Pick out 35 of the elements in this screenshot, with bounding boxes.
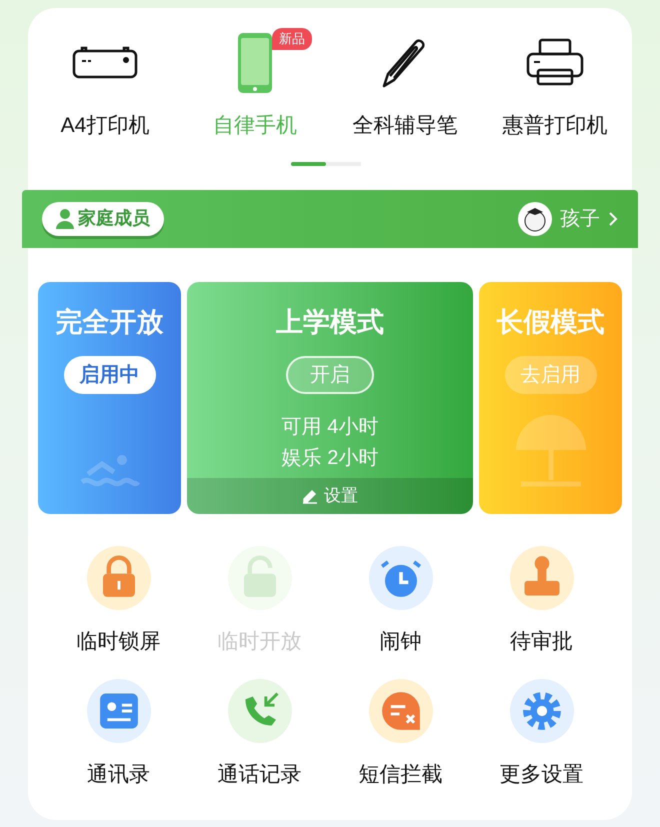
device-icon	[72, 46, 138, 80]
new-badge: 新品	[272, 28, 312, 50]
tool-item[interactable]: 更多设置	[471, 679, 612, 790]
tool-item[interactable]: 临时锁屏	[48, 546, 189, 657]
chevron-right-icon	[608, 210, 618, 226]
mode-button[interactable]: 启用中	[64, 356, 156, 394]
unlock-icon	[228, 546, 292, 610]
tool-item[interactable]: 闹钟	[330, 546, 471, 657]
phone-call-icon	[228, 679, 292, 743]
lock-icon	[86, 546, 150, 610]
person-icon	[56, 208, 74, 228]
phone-icon	[237, 32, 273, 94]
printer-icon	[526, 38, 584, 88]
family-members-button[interactable]: 家庭成员	[42, 202, 164, 236]
device-tab[interactable]: 新品 自律手机	[180, 28, 330, 142]
device-tab[interactable]: 全科辅导笔	[330, 28, 480, 142]
device-tab[interactable]: A4打印机	[30, 28, 180, 142]
edit-icon	[302, 488, 318, 504]
member-selector[interactable]: 孩子	[518, 202, 618, 236]
mode-card[interactable]: 完全开放 启用中	[38, 282, 181, 514]
mode-card[interactable]: 上学模式 开启 可用 4小时 娱乐 2小时 设置	[187, 282, 473, 514]
contact-card-icon	[86, 679, 150, 743]
avatar	[518, 202, 552, 236]
stamp-icon	[510, 546, 574, 610]
time-limit-text: 可用 4小时	[282, 415, 378, 440]
settings-bar[interactable]: 设置	[187, 478, 473, 514]
time-limit-text: 娱乐 2小时	[282, 446, 378, 471]
device-tab[interactable]: 惠普打印机	[480, 28, 630, 142]
tool-item[interactable]: 短信拦截	[330, 679, 471, 790]
message-block-icon	[368, 679, 432, 743]
alarm-clock-icon	[368, 546, 432, 610]
tool-item[interactable]: 通话记录	[189, 679, 330, 790]
tool-item[interactable]: 通讯录	[48, 679, 189, 790]
settings-icon	[510, 679, 574, 743]
tool-item[interactable]: 待审批	[471, 546, 612, 657]
